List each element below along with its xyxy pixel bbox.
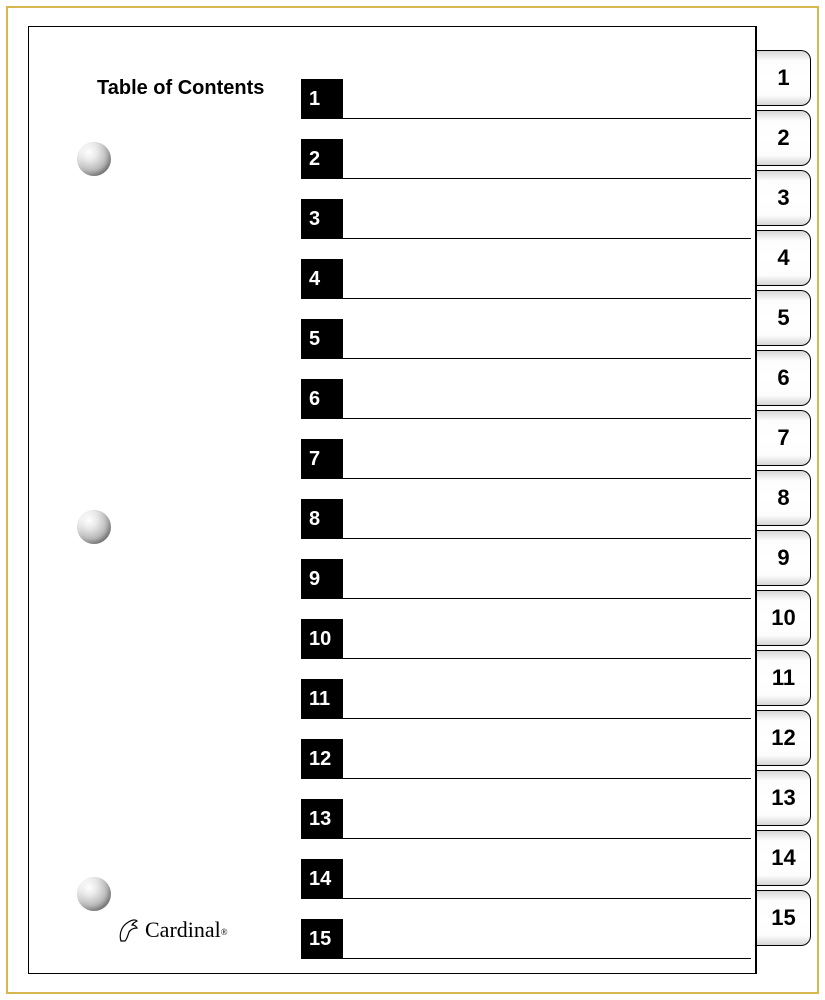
toc-entry-line [343,777,751,779]
toc-row: 14 [301,859,751,899]
toc-entry-line [343,477,751,479]
binder-holes [77,27,117,973]
toc-number: 7 [301,439,343,479]
tab-label: 9 [777,545,789,571]
toc-list: 1 2 3 4 5 6 7 8 9 10 11 12 13 14 15 [301,79,751,979]
tab-label: 8 [777,485,789,511]
toc-row: 6 [301,379,751,419]
tab-label: 11 [772,665,795,691]
toc-number: 2 [301,139,343,179]
toc-number: 14 [301,859,343,899]
tab-label: 2 [777,125,789,151]
page-title: Table of Contents [97,77,264,100]
toc-number: 10 [301,619,343,659]
toc-page: Table of Contents 1 2 3 4 5 6 7 8 9 10 1… [28,26,756,974]
toc-row: 15 [301,919,751,959]
index-tab: 9 [757,530,811,586]
toc-row: 7 [301,439,751,479]
tab-label: 6 [777,365,789,391]
toc-row: 9 [301,559,751,599]
toc-row: 10 [301,619,751,659]
index-tab: 11 [757,650,811,706]
brand-registered-mark: ® [221,927,228,937]
toc-number: 12 [301,739,343,779]
tab-label: 3 [777,185,789,211]
toc-row: 13 [301,799,751,839]
toc-row: 4 [301,259,751,299]
binder-hole-icon [77,510,111,544]
toc-row: 1 [301,79,751,119]
toc-entry-line [343,957,751,959]
index-tab: 1 [757,50,811,106]
toc-entry-line [343,897,751,899]
toc-entry-line [343,237,751,239]
tab-label: 4 [777,245,789,271]
tab-label: 10 [771,605,795,631]
binder-hole-icon [77,142,111,176]
index-tab: 3 [757,170,811,226]
toc-number: 6 [301,379,343,419]
cardinal-bird-icon [115,915,141,945]
toc-entry-line [343,537,751,539]
toc-number: 5 [301,319,343,359]
toc-row: 3 [301,199,751,239]
tab-label: 12 [771,725,795,751]
toc-entry-line [343,717,751,719]
toc-number: 13 [301,799,343,839]
index-tab: 2 [757,110,811,166]
toc-entry-line [343,177,751,179]
index-tab: 12 [757,710,811,766]
toc-number: 3 [301,199,343,239]
toc-number: 11 [301,679,343,719]
toc-entry-line [343,297,751,299]
toc-entry-line [343,117,751,119]
toc-entry-line [343,837,751,839]
tab-label: 7 [777,425,789,451]
index-tab: 5 [757,290,811,346]
index-tab: 4 [757,230,811,286]
toc-row: 5 [301,319,751,359]
binder-hole-icon [77,877,111,911]
toc-entry-line [343,357,751,359]
toc-row: 12 [301,739,751,779]
index-tab: 7 [757,410,811,466]
toc-row: 2 [301,139,751,179]
index-tab: 10 [757,590,811,646]
index-tab: 15 [757,890,811,946]
index-tabs: 1 2 3 4 5 6 7 8 9 10 11 12 13 14 15 [757,50,811,950]
toc-number: 1 [301,79,343,119]
toc-entry-line [343,417,751,419]
toc-number: 9 [301,559,343,599]
tab-label: 1 [777,65,789,91]
tab-label: 14 [771,845,795,871]
toc-entry-line [343,657,751,659]
tab-label: 13 [771,785,795,811]
toc-number: 8 [301,499,343,539]
tab-label: 15 [771,905,795,931]
toc-number: 4 [301,259,343,299]
index-tab: 14 [757,830,811,886]
toc-row: 8 [301,499,751,539]
tab-label: 5 [777,305,789,331]
toc-number: 15 [301,919,343,959]
brand-logo: Cardinal® [115,915,228,945]
index-tab: 8 [757,470,811,526]
toc-entry-line [343,597,751,599]
index-tab: 13 [757,770,811,826]
toc-row: 11 [301,679,751,719]
index-tab: 6 [757,350,811,406]
brand-name: Cardinal [145,917,221,943]
